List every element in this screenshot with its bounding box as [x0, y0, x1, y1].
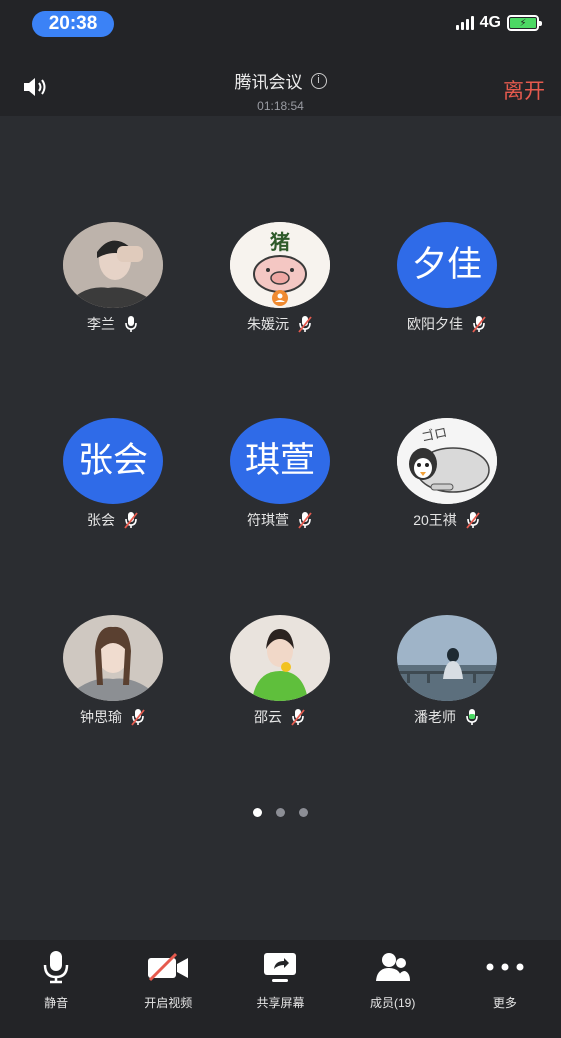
- member-name-row: 张会: [38, 510, 188, 530]
- member-tile[interactable]: 琪萱 符琪萱: [205, 418, 355, 530]
- member-name: 欧阳夕佳: [407, 316, 463, 332]
- avatar: [63, 222, 163, 308]
- member-name-row: 李兰: [38, 314, 188, 334]
- avatar: [230, 615, 330, 701]
- member-name: 邵云: [254, 709, 282, 725]
- bottom-toolbar: 静音 开启视频 共享屏幕 成员(19) 更多: [0, 940, 561, 1038]
- start-video-label: 开启视频: [144, 996, 193, 1010]
- meeting-title-text: 腾讯会议: [234, 73, 303, 92]
- battery-icon: ⚡: [507, 15, 542, 31]
- status-time: 20:38: [32, 11, 114, 37]
- member-name-row: 潘老师: [372, 707, 522, 727]
- share-screen-button[interactable]: 共享屏幕: [235, 948, 325, 1038]
- avatar: ゴロ: [397, 418, 497, 504]
- leave-button[interactable]: 离开: [503, 75, 545, 105]
- member-name-row: 欧阳夕佳: [372, 314, 522, 334]
- mute-label: 静音: [44, 996, 69, 1010]
- avatar: [63, 615, 163, 701]
- member-name: 朱媛沅: [247, 316, 289, 332]
- microphone-muted-icon: [291, 709, 305, 726]
- member-name-row: 朱媛沅: [205, 314, 355, 334]
- meeting-duration: 01:18:54: [257, 99, 304, 113]
- member-tile[interactable]: 潘老师: [372, 615, 522, 727]
- microphone-icon: [43, 951, 69, 984]
- member-name-row: 符琪萱: [205, 510, 355, 530]
- more-label: 更多: [492, 996, 517, 1010]
- avatar: 猪: [230, 222, 330, 308]
- microphone-muted-icon: [124, 512, 138, 529]
- members-label: 成员(19): [369, 996, 416, 1010]
- avatar-sticker-text: 猪: [270, 232, 290, 254]
- more-button[interactable]: 更多: [460, 948, 550, 1038]
- share-screen-icon: [264, 953, 297, 982]
- share-screen-label: 共享屏幕: [256, 996, 305, 1010]
- avatar: 琪萱: [230, 418, 330, 504]
- page-dot-3[interactable]: [299, 808, 308, 817]
- member-tile[interactable]: 邵云: [205, 615, 355, 727]
- member-tile[interactable]: 夕佳 欧阳夕佳: [372, 222, 522, 334]
- avatar: 夕佳: [397, 222, 497, 308]
- member-name-row: 20王祺: [372, 510, 522, 530]
- microphone-muted-icon: [298, 316, 312, 333]
- info-icon[interactable]: i: [310, 72, 327, 89]
- start-video-button[interactable]: 开启视频: [123, 948, 213, 1038]
- video-off-icon: [148, 952, 189, 982]
- microphone-muted-icon: [131, 709, 145, 726]
- mute-button[interactable]: 静音: [11, 948, 101, 1038]
- member-name: 符琪萱: [247, 512, 289, 528]
- member-name: 钟思瑜: [80, 709, 122, 725]
- microphone-active-icon: [466, 709, 478, 725]
- status-indicators: 4G ⚡: [455, 14, 542, 32]
- avatar: 张会: [63, 418, 163, 504]
- title-block: 腾讯会议 i 01:18:54: [0, 68, 561, 113]
- page-dot-1[interactable]: [253, 808, 262, 817]
- member-tile[interactable]: 李兰: [38, 222, 188, 334]
- member-name: 张会: [87, 512, 115, 528]
- members-button[interactable]: 成员(19): [348, 948, 438, 1038]
- microphone-muted-icon: [466, 512, 480, 529]
- member-name-row: 邵云: [205, 707, 355, 727]
- microphone-icon: [125, 316, 137, 332]
- meeting-header: 腾讯会议 i 01:18:54 离开: [0, 50, 561, 116]
- more-icon: [486, 963, 524, 971]
- member-name: 潘老师: [414, 709, 456, 725]
- microphone-muted-icon: [472, 316, 486, 333]
- signal-icon: [455, 16, 474, 30]
- network-type: 4G: [479, 14, 501, 31]
- member-tile[interactable]: ゴロ 20王祺: [372, 418, 522, 530]
- member-tile[interactable]: 猪 朱媛沅: [205, 222, 355, 334]
- avatar: [397, 615, 497, 701]
- member-name-row: 钟思瑜: [38, 707, 188, 727]
- status-bar: 20:38 4G ⚡: [0, 0, 561, 50]
- member-tile[interactable]: 张会 张会: [38, 418, 188, 530]
- member-name: 20王祺: [413, 512, 457, 528]
- microphone-muted-icon: [298, 512, 312, 529]
- member-name: 李兰: [87, 316, 115, 332]
- meeting-title[interactable]: 腾讯会议 i: [235, 68, 327, 93]
- page-indicator: [0, 808, 561, 817]
- members-icon: [375, 953, 410, 981]
- page-dot-2[interactable]: [276, 808, 285, 817]
- member-tile[interactable]: 钟思瑜: [38, 615, 188, 727]
